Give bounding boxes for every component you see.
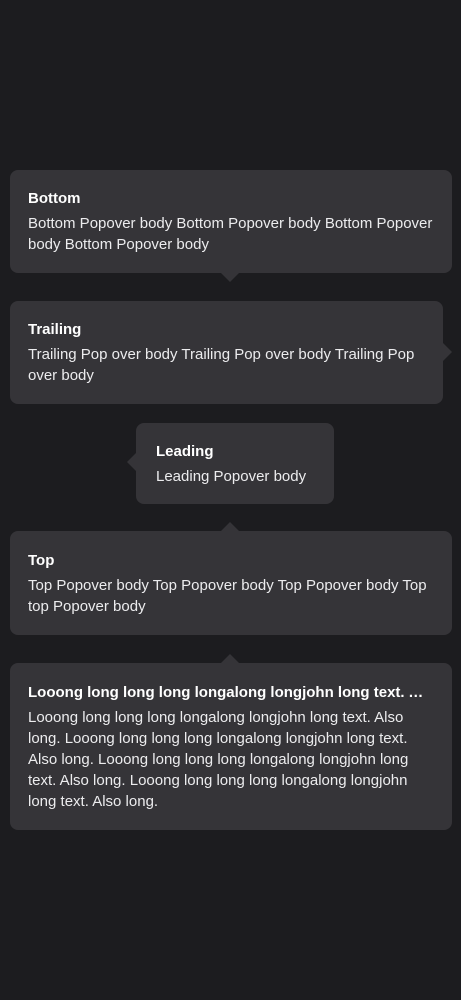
popover-title: Leading <box>156 443 214 460</box>
popover-arrow-down <box>221 273 239 282</box>
popover-long[interactable]: Looong long long long longalong longjohn… <box>10 663 452 830</box>
screen: Bottom Bottom Popover body Bottom Popove… <box>0 0 461 1000</box>
popover-body: Leading Popover body <box>156 468 307 485</box>
popover-arrow-left <box>127 453 136 471</box>
popover-trailing[interactable]: Trailing Trailing Pop over body Trailing… <box>10 301 443 404</box>
popover-body: Top Popover body Top Popover body Top Po… <box>28 577 427 615</box>
popover-body: Looong long long long longalong longjohn… <box>28 709 409 810</box>
popover-title: Trailing <box>28 321 82 338</box>
popover-bottom[interactable]: Bottom Bottom Popover body Bottom Popove… <box>10 170 452 273</box>
popover-arrow-up <box>221 654 239 663</box>
popover-body: Trailing Pop over body Trailing Pop over… <box>28 346 415 384</box>
popover-title: Looong long long long longalong longjohn… <box>28 684 434 701</box>
popover-leading[interactable]: Leading Leading Popover body <box>136 423 334 504</box>
popover-top[interactable]: Top Top Popover body Top Popover body To… <box>10 531 452 635</box>
popover-title: Top <box>28 552 55 569</box>
popover-arrow-right <box>443 343 452 361</box>
popover-title: Bottom <box>28 190 81 207</box>
popover-arrow-up <box>221 522 239 531</box>
popover-body: Bottom Popover body Bottom Popover body … <box>28 215 433 253</box>
